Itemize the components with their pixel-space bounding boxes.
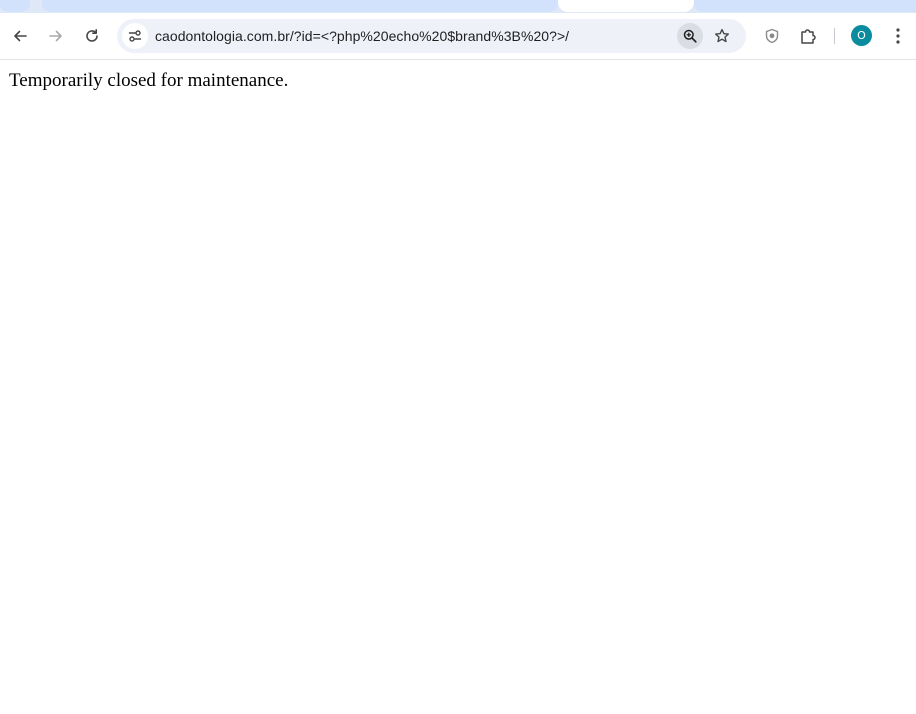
extensions-button[interactable] — [793, 21, 823, 51]
puzzle-icon — [801, 29, 816, 44]
tab-inactive-2[interactable] — [42, 0, 558, 12]
site-info-button[interactable] — [122, 23, 148, 49]
url-text[interactable]: caodontologia.com.br/?id=<?php%20echo%20… — [155, 28, 569, 44]
arrow-left-icon — [14, 30, 27, 42]
bookmark-button[interactable] — [709, 23, 735, 49]
tab-active[interactable] — [558, 0, 694, 12]
arrow-right-icon — [49, 30, 62, 42]
page-content: Temporarily closed for maintenance. — [0, 61, 916, 714]
zoom-in-icon — [683, 29, 697, 43]
maintenance-message: Temporarily closed for maintenance. — [9, 70, 289, 91]
shield-icon — [765, 28, 779, 44]
browser-menu-button[interactable] — [883, 21, 913, 51]
tune-icon — [128, 30, 142, 42]
forward-button[interactable] — [41, 21, 71, 51]
toolbar-divider — [834, 28, 835, 44]
zoom-button[interactable] — [677, 23, 703, 49]
address-bar[interactable]: caodontologia.com.br/?id=<?php%20echo%20… — [117, 19, 746, 53]
tab-inactive-1[interactable] — [0, 0, 30, 12]
browser-toolbar: caodontologia.com.br/?id=<?php%20echo%20… — [0, 13, 916, 60]
tab-inactive-3[interactable] — [694, 0, 916, 12]
shield-extension-button[interactable] — [757, 21, 787, 51]
profile-avatar[interactable]: O — [851, 25, 872, 46]
kebab-menu-icon — [896, 28, 900, 44]
star-icon — [715, 28, 729, 43]
reload-icon — [86, 29, 98, 42]
reload-button[interactable] — [77, 21, 107, 51]
back-button[interactable] — [5, 21, 35, 51]
tab-strip — [0, 0, 916, 14]
